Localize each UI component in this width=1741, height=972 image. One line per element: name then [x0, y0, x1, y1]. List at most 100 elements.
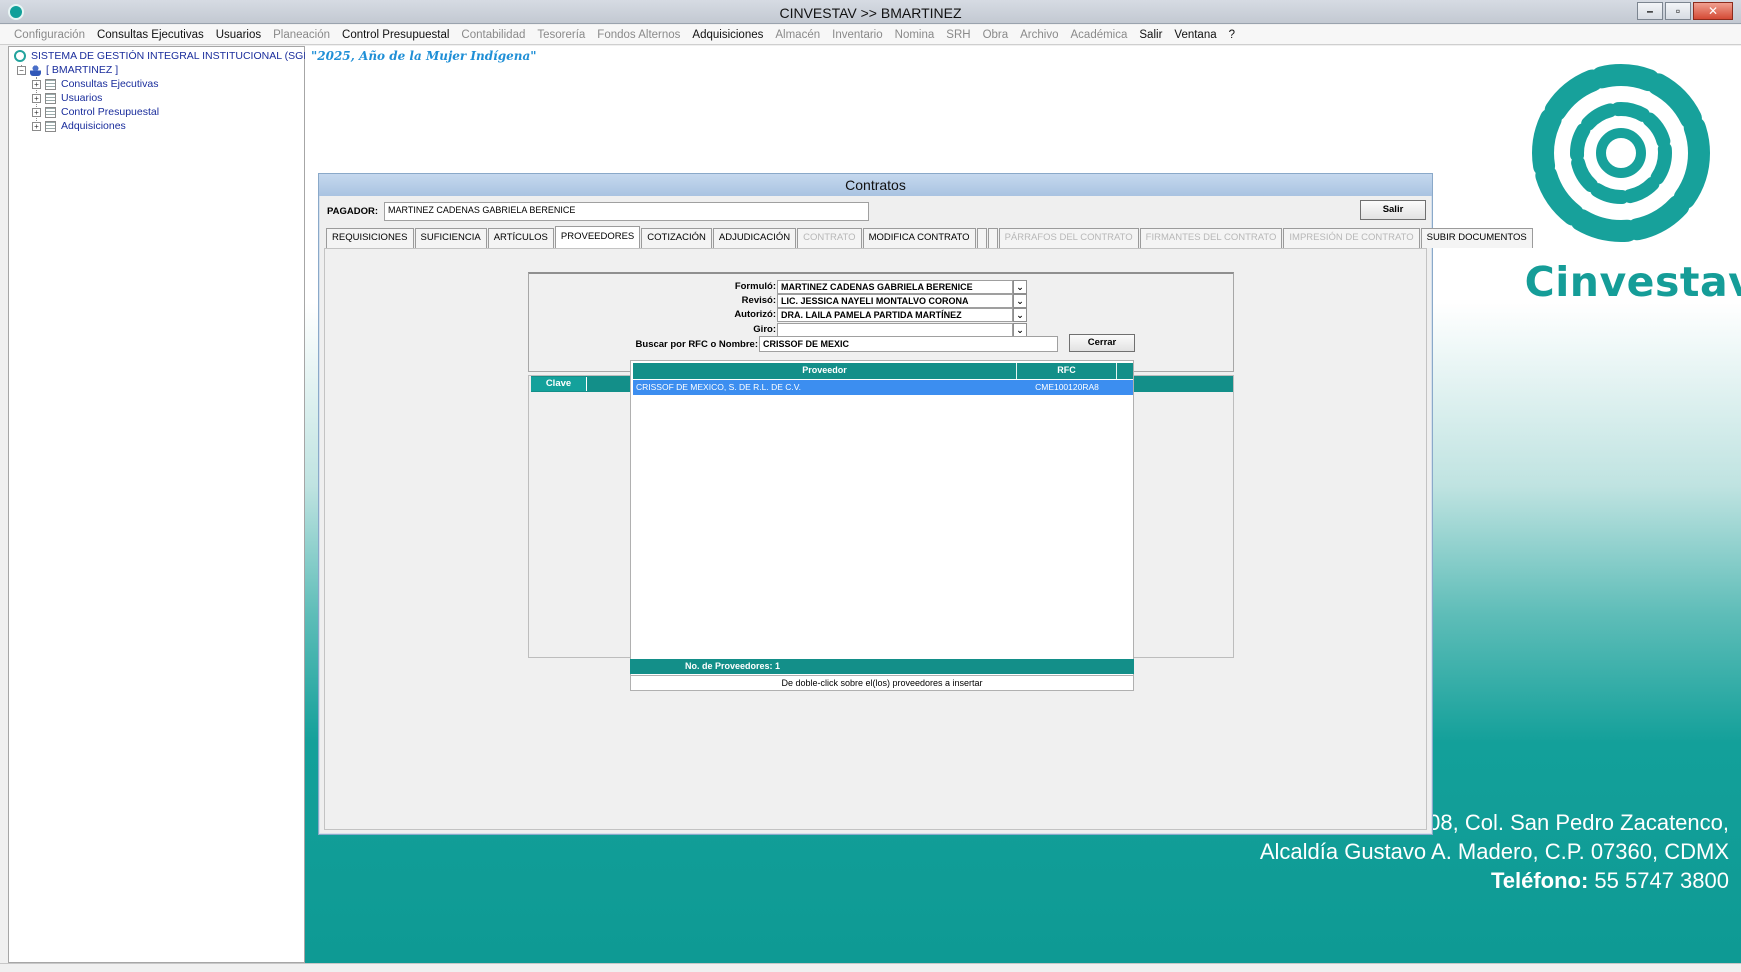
module-icon	[45, 120, 56, 132]
reviso-label: Revisó:	[741, 295, 776, 306]
expand-icon[interactable]: +	[32, 121, 41, 131]
address-line-2: Alcaldía Gustavo A. Madero, C.P. 07360, …	[1259, 839, 1729, 864]
expand-icon[interactable]: +	[32, 107, 41, 117]
provider-row[interactable]: CRISSOF DE MEXICO, S. DE R.L. DE C.V. CM…	[633, 380, 1133, 395]
phone-number: 55 5747 3800	[1594, 868, 1729, 893]
menu-item-15[interactable]: Académica	[1065, 29, 1134, 41]
dialog-title: Contratos	[319, 174, 1432, 196]
chevron-down-icon[interactable]: ⌄	[1013, 308, 1027, 322]
menu-item-13[interactable]: Obra	[977, 29, 1015, 41]
menu-item-2[interactable]: Usuarios	[210, 29, 267, 41]
tab-4[interactable]: COTIZACIÓN	[641, 228, 712, 248]
tree-root[interactable]: SISTEMA DE GESTIÓN INTEGRAL INSTITUCIONA…	[14, 50, 313, 62]
tab-strip: REQUISICIONES SUFICIENCIA ARTÍCULOS PROVEED…	[326, 226, 1534, 248]
menu-item-4[interactable]: Control Presupuestal	[336, 29, 455, 41]
buscar-label: Buscar por RFC o Nombre:	[635, 339, 758, 350]
expand-icon[interactable]: +	[32, 79, 41, 89]
tab-7[interactable]: MODIFICA CONTRATO	[862, 228, 976, 248]
status-bar	[0, 963, 1741, 972]
tab-11[interactable]: FIRMANTES DEL CONTRATO	[1139, 228, 1283, 248]
menu-item-14[interactable]: Archivo	[1014, 29, 1064, 41]
giro-select[interactable]: ⌄	[777, 323, 1027, 337]
minimize-button[interactable]: –	[1637, 2, 1663, 20]
phone-label: Teléfono:	[1490, 868, 1589, 893]
chevron-down-icon[interactable]: ⌄	[1013, 294, 1027, 308]
phone-line: Teléfono: 55 5747 3800	[1080, 866, 1729, 895]
tree-item-label: Consultas Ejecutivas	[61, 78, 159, 90]
brand-name: Cinvestav	[1524, 258, 1741, 306]
tree-user[interactable]: − [ BMARTINEZ ]	[17, 64, 118, 76]
tab-6[interactable]: CONTRATO	[797, 228, 862, 248]
tab-9[interactable]	[987, 228, 998, 248]
tree-item-consultas-ejecutivas[interactable]: + Consultas Ejecutivas	[32, 78, 158, 90]
tab-3[interactable]: PROVEEDORES	[554, 226, 641, 248]
rfc-column-header[interactable]: RFC	[1017, 363, 1117, 379]
module-icon	[45, 106, 56, 118]
popup-grid-header: Proveedor RFC	[633, 363, 1133, 379]
motto-text: "2025, Año de la Mujer Indígena"	[311, 49, 537, 63]
window-title: CINVESTAV >> BMARTINEZ	[779, 5, 962, 21]
menu-item-3[interactable]: Planeación	[267, 29, 336, 41]
expand-icon[interactable]: +	[32, 93, 41, 103]
formulo-select[interactable]: MARTINEZ CADENAS GABRIELA BERENICE ⌄	[777, 280, 1027, 294]
menu-bar: Configuración Consultas Ejecutivas Usuario…	[0, 25, 1741, 45]
provider-count-value: 1	[775, 661, 781, 671]
menu-item-10[interactable]: Inventario	[826, 29, 889, 41]
module-icon	[45, 78, 56, 90]
close-button[interactable]: ✕	[1693, 2, 1733, 20]
menu-item-18[interactable]: ?	[1223, 29, 1241, 41]
autorizo-select[interactable]: DRA. LAILA PAMELA PARTIDA MARTÍNEZ ⌄	[777, 308, 1027, 322]
menu-item-6[interactable]: Tesorería	[531, 29, 591, 41]
provider-search-popup: Proveedor RFC CRISSOF DE MEXICO, S. DE R…	[630, 360, 1134, 690]
reviso-select[interactable]: LIC. JESSICA NAYELI MONTALVO CORONA ⌄	[777, 294, 1027, 308]
salir-button[interactable]: Salir	[1360, 200, 1426, 220]
tree-item-label: Control Presupuestal	[61, 106, 160, 118]
chevron-down-icon[interactable]: ⌄	[1013, 323, 1027, 337]
menu-item-7[interactable]: Fondos Alternos	[591, 29, 686, 41]
tree-user-label: [ BMARTINEZ ]	[46, 64, 119, 76]
provider-name-cell: CRISSOF DE MEXICO, S. DE R.L. DE C.V.	[636, 382, 801, 392]
menu-item-9[interactable]: Almacén	[769, 29, 826, 41]
menu-item-1[interactable]: Consultas Ejecutivas	[91, 29, 210, 41]
tree-item-adquisiciones[interactable]: + Adquisiciones	[32, 120, 126, 132]
clave-column-header[interactable]: Clave	[531, 377, 587, 391]
tab-2[interactable]: ARTÍCULOS	[487, 228, 554, 248]
tree-root-label: SISTEMA DE GESTIÓN INTEGRAL INSTITUCIONA…	[31, 50, 313, 62]
provider-count-label: No. de Proveedores:	[685, 661, 773, 671]
tab-10[interactable]: PÁRRAFOS DEL CONTRATO	[998, 228, 1139, 248]
cinvestav-logo-icon	[1532, 64, 1710, 242]
menu-item-5[interactable]: Contabilidad	[455, 29, 531, 41]
proveedor-column-header[interactable]: Proveedor	[633, 363, 1017, 379]
reviso-value: LIC. JESSICA NAYELI MONTALVO CORONA	[781, 296, 969, 306]
restore-button[interactable]: ▫	[1665, 2, 1691, 20]
cerrar-button[interactable]: Cerrar	[1069, 334, 1135, 352]
tab-5[interactable]: ADJUDICACIÓN	[712, 228, 797, 248]
menu-item-0[interactable]: Configuración	[8, 29, 91, 41]
system-gear-icon	[14, 50, 26, 62]
provider-count-bar: No. de Proveedores: 1	[630, 659, 1134, 674]
menu-item-16[interactable]: Salir	[1133, 29, 1168, 41]
tree-item-label: Usuarios	[61, 92, 103, 104]
signatories-form: Formuló: MARTINEZ CADENAS GABRIELA BEREN…	[528, 272, 1234, 372]
pagador-field[interactable]: MARTINEZ CADENAS GABRIELA BERENICE	[384, 202, 870, 221]
menu-item-12[interactable]: SRH	[940, 29, 976, 41]
tab-12[interactable]: IMPRESIÓN DE CONTRATO	[1283, 228, 1420, 248]
tab-13[interactable]: SUBIR DOCUMENTOS	[1420, 228, 1533, 248]
tree-item-usuarios[interactable]: + Usuarios	[32, 92, 102, 104]
provider-rfc-cell: CME100120RA8	[1035, 382, 1099, 392]
menu-item-17[interactable]: Ventana	[1168, 29, 1222, 41]
tab-1[interactable]: SUFICIENCIA	[414, 228, 487, 248]
tab-0[interactable]: REQUISICIONES	[326, 228, 414, 248]
autorizo-label: Autorizó:	[734, 309, 776, 320]
double-click-hint: De doble-click sobre el(los) proveedores…	[630, 675, 1134, 691]
formulo-value: MARTINEZ CADENAS GABRIELA BERENICE	[781, 282, 973, 292]
menu-item-11[interactable]: Nomina	[889, 29, 941, 41]
tab-8[interactable]	[976, 228, 987, 248]
collapse-icon[interactable]: −	[17, 65, 26, 75]
menu-item-8[interactable]: Adquisiciones	[686, 29, 769, 41]
tree-item-control-presupuestal[interactable]: + Control Presupuestal	[32, 106, 159, 118]
title-bar: CINVESTAV >> BMARTINEZ – ▫ ✕	[0, 0, 1741, 24]
buscar-rfc-nombre-input[interactable]: CRISSOF DE MEXIC	[759, 336, 1058, 352]
pagador-label: PAGADOR:	[327, 206, 379, 217]
chevron-down-icon[interactable]: ⌄	[1013, 280, 1027, 294]
